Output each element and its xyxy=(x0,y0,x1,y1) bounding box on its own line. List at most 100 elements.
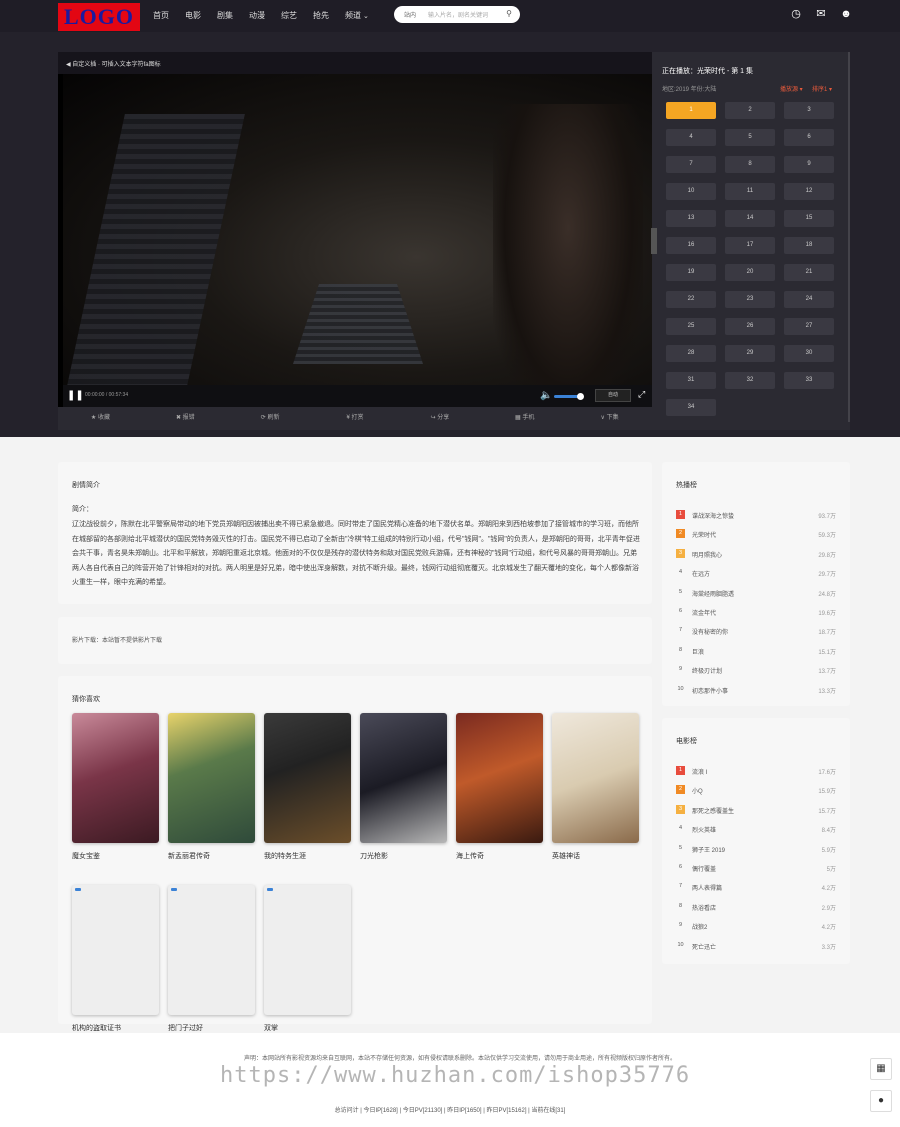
movie-name[interactable]: 机构的盗取证书 xyxy=(72,1023,159,1033)
rank-title[interactable]: 海棠经雨胭脂透 xyxy=(692,589,734,598)
movie-poster[interactable] xyxy=(264,713,351,843)
rank-title[interactable]: 战狼2 xyxy=(692,922,707,931)
episode-button[interactable]: 27 xyxy=(784,318,834,335)
windows-icon[interactable]: ▦ xyxy=(870,1058,892,1080)
episode-button[interactable]: 6 xyxy=(784,129,834,146)
movie-name[interactable]: 把门子过好 xyxy=(168,1023,255,1033)
movie-name[interactable]: 刀光枪影 xyxy=(360,851,447,861)
search-box[interactable]: 站内 输入片名，剧名关键词 ⚲ xyxy=(394,6,520,23)
episode-button[interactable]: 3 xyxy=(784,102,834,119)
movie-poster[interactable] xyxy=(264,885,351,1015)
rank-title[interactable]: 那死之感覆盖生 xyxy=(692,806,734,815)
nav-item-anime[interactable]: 动漫 xyxy=(249,10,265,21)
movie-poster[interactable] xyxy=(168,713,255,843)
rank-row[interactable]: 8 巨浪 15.1万 xyxy=(676,644,836,663)
source-dropdown[interactable]: 播放源 ▾ xyxy=(780,84,803,93)
rank-row[interactable]: 10 死亡迅亡 3.3万 xyxy=(676,939,836,958)
rank-row[interactable]: 3 明月照我心 29.8万 xyxy=(676,547,836,566)
movie-name[interactable]: 我的特务生涯 xyxy=(264,851,351,861)
episode-button[interactable]: 12 xyxy=(784,183,834,200)
movie-poster[interactable] xyxy=(360,713,447,843)
refresh-button[interactable]: ⟳ 刷新 xyxy=(228,407,313,430)
rank-title[interactable]: 巨浪 xyxy=(692,647,704,656)
nav-item-series[interactable]: 剧集 xyxy=(217,10,233,21)
site-logo[interactable]: LOGO xyxy=(58,3,140,31)
user-icon[interactable]: ☻ xyxy=(840,8,852,20)
rank-row[interactable]: 9 终极刃计划 13.7万 xyxy=(676,663,836,682)
episode-button[interactable]: 8 xyxy=(725,156,775,173)
search-input[interactable]: 输入片名，剧名关键词 xyxy=(428,10,488,19)
rank-title[interactable]: 流浪 I xyxy=(692,767,707,776)
episode-button[interactable]: 14 xyxy=(725,210,775,227)
rank-title[interactable]: 在远方 xyxy=(692,569,710,578)
movie-poster[interactable] xyxy=(456,713,543,843)
movie-card[interactable]: 双掌 xyxy=(264,885,351,1033)
rank-row[interactable]: 5 海棠经雨胭脂透 24.8万 xyxy=(676,586,836,605)
movie-card[interactable]: 把门子过好 xyxy=(168,885,255,1033)
search-icon[interactable]: ⚲ xyxy=(506,9,512,18)
clock-icon[interactable]: ◷ xyxy=(790,8,802,20)
rank-row[interactable]: 4 在远方 29.7万 xyxy=(676,566,836,585)
report-button[interactable]: ✖ 报错 xyxy=(143,407,228,430)
nav-item-variety[interactable]: 综艺 xyxy=(281,10,297,21)
nav-item-preview[interactable]: 抢先 xyxy=(313,10,329,21)
movie-card[interactable]: 新孟丽君传奇 xyxy=(168,713,255,861)
episode-button[interactable]: 31 xyxy=(666,372,716,389)
message-icon[interactable]: ✉ xyxy=(815,8,827,20)
nav-item-movie[interactable]: 电影 xyxy=(185,10,201,21)
episode-button[interactable]: 28 xyxy=(666,345,716,362)
mobile-button[interactable]: ▦ 手机 xyxy=(482,407,567,430)
rank-row[interactable]: 7 没有秘密的你 18.7万 xyxy=(676,624,836,643)
rank-row[interactable]: 9 战狼2 4.2万 xyxy=(676,919,836,938)
episode-button[interactable]: 21 xyxy=(784,264,834,281)
episode-button[interactable]: 23 xyxy=(725,291,775,308)
rank-title[interactable]: 小Q xyxy=(692,786,703,795)
episode-button[interactable]: 29 xyxy=(725,345,775,362)
rank-row[interactable]: 1 流浪 I 17.6万 xyxy=(676,764,836,783)
volume-icon[interactable]: 🔈 xyxy=(540,390,552,401)
episode-scrollbar[interactable] xyxy=(848,52,850,422)
rank-title[interactable]: 热浴看店 xyxy=(692,903,716,912)
rank-row[interactable]: 6 流金年代 19.6万 xyxy=(676,605,836,624)
rank-title[interactable]: 终极刃计划 xyxy=(692,666,722,675)
episode-button[interactable]: 26 xyxy=(725,318,775,335)
episode-button[interactable]: 7 xyxy=(666,156,716,173)
rank-row[interactable]: 7 两人表得篇 4.2万 xyxy=(676,880,836,899)
panel-toggle-handle[interactable] xyxy=(651,228,657,254)
movie-name[interactable]: 海上传奇 xyxy=(456,851,543,861)
movie-poster[interactable] xyxy=(72,885,159,1015)
episode-button[interactable]: 13 xyxy=(666,210,716,227)
episode-button[interactable]: 25 xyxy=(666,318,716,335)
movie-card[interactable]: 刀光枪影 xyxy=(360,713,447,861)
volume-slider[interactable] xyxy=(554,393,584,400)
rank-title[interactable]: 谍战深海之惊蛰 xyxy=(692,511,734,520)
movie-poster[interactable] xyxy=(168,885,255,1015)
rank-title[interactable]: 死亡迅亡 xyxy=(692,942,716,951)
rank-title[interactable]: 烈火英雄 xyxy=(692,825,716,834)
episode-button[interactable]: 22 xyxy=(666,291,716,308)
pause-icon[interactable]: ❚❚ xyxy=(67,390,84,401)
rank-title[interactable]: 两人表得篇 xyxy=(692,883,722,892)
episode-button[interactable]: 24 xyxy=(784,291,834,308)
rank-row[interactable]: 5 狮子王 2019 5.9万 xyxy=(676,842,836,861)
episode-button[interactable]: 1 xyxy=(666,102,716,119)
episode-button[interactable]: 33 xyxy=(784,372,834,389)
rank-row[interactable]: 6 偶行覆盖 5万 xyxy=(676,861,836,880)
rank-row[interactable]: 1 谍战深海之惊蛰 93.7万 xyxy=(676,508,836,527)
rank-title[interactable]: 明月照我心 xyxy=(692,550,722,559)
rank-row[interactable]: 4 烈火英雄 8.4万 xyxy=(676,822,836,841)
movie-name[interactable]: 新孟丽君传奇 xyxy=(168,851,255,861)
rank-title[interactable]: 流金年代 xyxy=(692,608,716,617)
video-frame[interactable] xyxy=(63,74,652,407)
rank-title[interactable]: 狮子王 2019 xyxy=(692,845,725,854)
search-category[interactable]: 站内 xyxy=(404,10,416,19)
episode-button[interactable]: 16 xyxy=(666,237,716,254)
movie-card[interactable]: 海上传奇 xyxy=(456,713,543,861)
episode-button[interactable]: 5 xyxy=(725,129,775,146)
movie-card[interactable]: 英雄神话 xyxy=(552,713,639,861)
rank-row[interactable]: 10 初恋那件小事 13.3万 xyxy=(676,683,836,702)
next-episode-button[interactable]: ∨ 下集 xyxy=(567,407,652,430)
episode-button[interactable]: 4 xyxy=(666,129,716,146)
movie-name[interactable]: 英雄神话 xyxy=(552,851,639,861)
movie-card[interactable]: 我的特务生涯 xyxy=(264,713,351,861)
